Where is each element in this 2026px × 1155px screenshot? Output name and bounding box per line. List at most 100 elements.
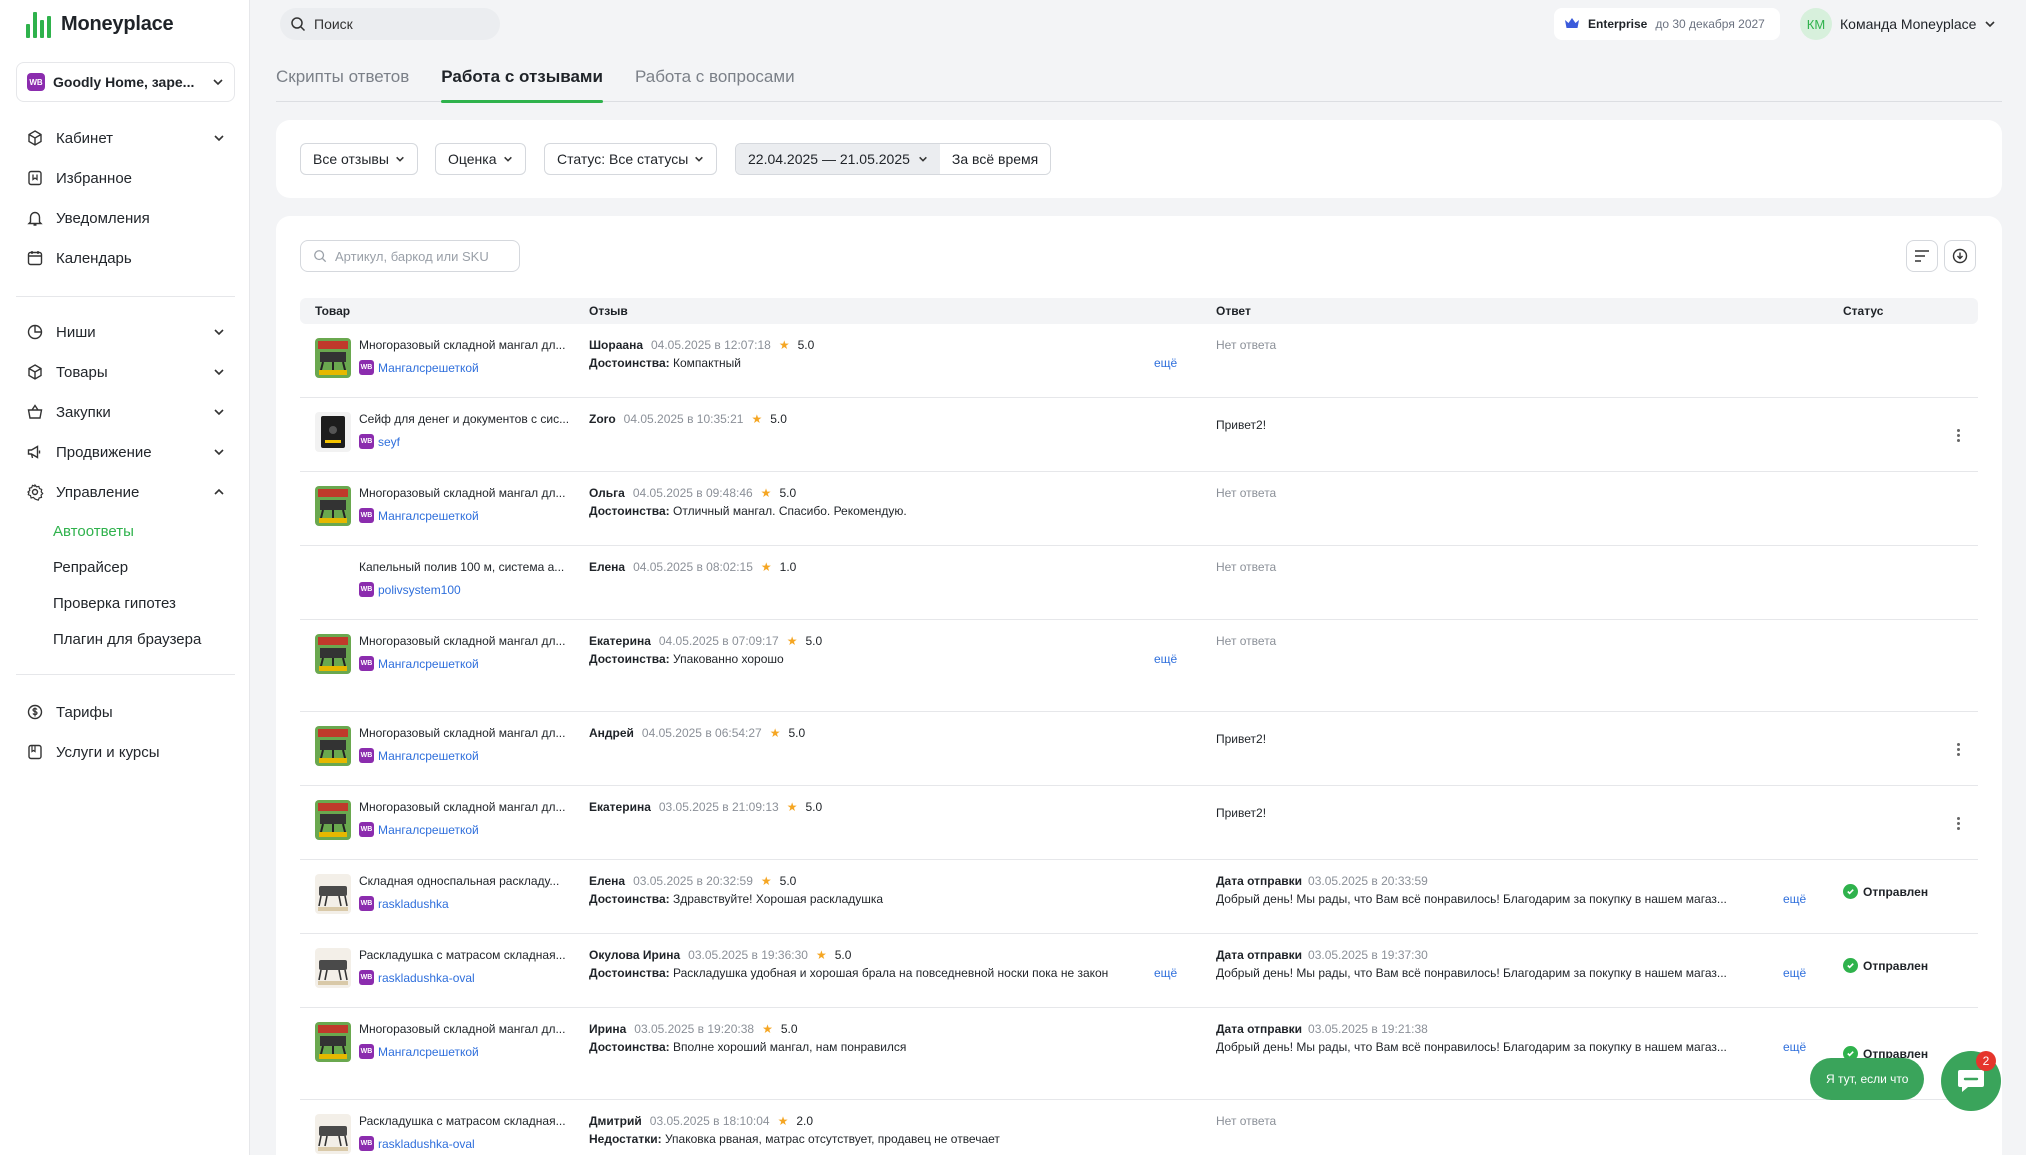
sidebar-item-autoanswers[interactable]: Автоответы [16, 513, 235, 549]
sidebar-item-services[interactable]: Услуги и курсы [16, 732, 235, 772]
status-dropdown[interactable]: Статус: Все статусы [544, 143, 718, 175]
search-icon [290, 16, 306, 32]
sidebar-item-cabinet[interactable]: Кабинет [16, 118, 235, 158]
sidebar-item-hypotheses[interactable]: Проверка гипотез [16, 585, 235, 621]
sidebar-item-purchases[interactable]: Закупки [16, 392, 235, 432]
global-search[interactable]: Поиск [280, 8, 500, 40]
review-author: Шораана [589, 338, 643, 352]
product-thumbnail[interactable] [315, 634, 351, 674]
product-sku-link[interactable]: WB polivsystem100 [359, 582, 461, 597]
review-text: Достоинства: Компактный [589, 356, 1129, 370]
row-menu-button[interactable] [1950, 741, 1966, 757]
answer-more-link[interactable]: ещё [1783, 1040, 1806, 1054]
sort-icon [1914, 249, 1930, 263]
product-title[interactable]: Многоразовый складной мангал дл... [359, 634, 579, 648]
wb-badge: WB [359, 896, 374, 911]
product-thumbnail[interactable] [315, 412, 351, 452]
product-thumbnail[interactable] [315, 1022, 351, 1062]
export-button[interactable] [1944, 240, 1976, 272]
product-sku-link[interactable]: WB raskladushka-oval [359, 970, 475, 985]
product-title[interactable]: Многоразовый складной мангал дл... [359, 726, 579, 740]
table-row[interactable]: Многоразовый складной мангал дл... WB Манг… [300, 620, 1978, 712]
table-row[interactable]: Многоразовый складной мангал дл... WB Манг… [300, 472, 1978, 546]
review-header: Дмитрий 03.05.2025 в 18:10:04 ★ 2.0 [589, 1114, 813, 1128]
review-more-link[interactable]: ещё [1154, 652, 1177, 666]
sidebar-item-tariffs[interactable]: Тарифы [16, 692, 235, 732]
plan-badge[interactable]: Enterprise до 30 декабря 2027 [1554, 8, 1780, 40]
logo-text: Moneyplace [61, 12, 174, 35]
sku-search-input[interactable]: Артикул, баркод или SKU [300, 240, 520, 272]
product-thumbnail[interactable] [315, 1114, 351, 1154]
table-row[interactable]: Раскладушка с матрасом складная... WB rask… [300, 1100, 1978, 1155]
tab-scripts[interactable]: Скрипты ответов [276, 52, 409, 102]
sidebar-item-notifications[interactable]: Уведомления [16, 198, 235, 238]
sidebar-item-management[interactable]: Управление [16, 472, 235, 512]
product-sku-link[interactable]: WB seyf [359, 434, 400, 449]
product-sku-link[interactable]: WB Мангалсрешеткой [359, 508, 479, 523]
answer-text: Добрый день! Мы рады, что Вам всё понрав… [1216, 966, 1727, 980]
product-title[interactable]: Многоразовый складной мангал дл... [359, 486, 579, 500]
sidebar-item-label: Календарь [56, 249, 132, 267]
date-range-dropdown[interactable]: 22.04.2025 — 21.05.2025 [736, 144, 940, 174]
product-thumbnail[interactable] [315, 800, 351, 840]
sidebar-item-calendar[interactable]: Календарь [16, 238, 235, 278]
review-text-body: Упаковка рваная, матрас отсутствует, про… [664, 1132, 1000, 1146]
product-title[interactable]: Многоразовый складной мангал дл... [359, 1022, 579, 1036]
review-more-link[interactable]: ещё [1154, 966, 1177, 980]
chat-pill[interactable]: Я тут, если что [1810, 1058, 1925, 1100]
row-menu-button[interactable] [1950, 427, 1966, 443]
table-row[interactable]: Раскладушка с матрасом складная... WB rask… [300, 934, 1978, 1008]
answer-more-link[interactable]: ещё [1783, 966, 1806, 980]
product-thumbnail[interactable] [315, 726, 351, 766]
product-thumbnail[interactable] [315, 486, 351, 526]
table-row[interactable]: Многоразовый складной мангал дл... WB Манг… [300, 324, 1978, 398]
review-more-link[interactable]: ещё [1154, 356, 1177, 370]
table-row[interactable]: Многоразовый складной мангал дл... WB Манг… [300, 1008, 1978, 1100]
product-sku-link[interactable]: WB raskladushka [359, 896, 449, 911]
product-sku-link[interactable]: WB Мангалсрешеткой [359, 822, 479, 837]
product-title[interactable]: Многоразовый складной мангал дл... [359, 338, 579, 352]
tab-questions[interactable]: Работа с вопросами [635, 52, 795, 102]
product-thumbnail[interactable] [315, 338, 351, 378]
rating-dropdown[interactable]: Оценка [435, 143, 526, 175]
logo-icon [26, 10, 51, 38]
sidebar-item-repricer[interactable]: Репрайсер [16, 549, 235, 585]
answer-more-link[interactable]: ещё [1783, 892, 1806, 906]
sort-button[interactable] [1906, 240, 1938, 272]
team-menu[interactable]: КМ Команда Moneyplace [1800, 8, 1996, 40]
product-title[interactable]: Раскладушка с матрасом складная... [359, 948, 579, 962]
table-row[interactable]: Складная односпальная раскладу... WB raskl… [300, 860, 1978, 934]
row-menu-button[interactable] [1950, 815, 1966, 831]
product-sku-link[interactable]: WB Мангалсрешеткой [359, 360, 479, 375]
all-time-button[interactable]: За всё время [939, 144, 1051, 174]
sidebar-item-favorites[interactable]: Избранное [16, 158, 235, 198]
account-selector[interactable]: WB Goodly Home, заре... [16, 62, 235, 102]
wb-badge: WB [27, 73, 45, 91]
product-sku-link[interactable]: WB Мангалсрешеткой [359, 1044, 479, 1059]
product-title[interactable]: Сейф для денег и документов с сис... [359, 412, 579, 426]
sidebar-item-products[interactable]: Товары [16, 352, 235, 392]
product-sku-link[interactable]: WB Мангалсрешеткой [359, 656, 479, 671]
product-title[interactable]: Раскладушка с матрасом складная... [359, 1114, 579, 1128]
table-row[interactable]: Сейф для денег и документов с сис... WB se… [300, 398, 1978, 472]
sidebar-item-browser-plugin[interactable]: Плагин для браузера [16, 621, 235, 657]
tab-reviews[interactable]: Работа с отзывами [441, 52, 603, 103]
product-sku-link[interactable]: WB raskladushka-oval [359, 1136, 475, 1151]
chevron-down-icon [213, 446, 225, 458]
product-sku-link[interactable]: WB Мангалсрешеткой [359, 748, 479, 763]
sidebar-item-niches[interactable]: Ниши [16, 312, 235, 352]
wb-badge: WB [359, 1136, 374, 1151]
logo[interactable]: Moneyplace [26, 10, 174, 38]
wb-badge: WB [359, 508, 374, 523]
product-title[interactable]: Капельный полив 100 м, система а... [359, 560, 579, 574]
all-reviews-dropdown[interactable]: Все отзывы [300, 143, 418, 175]
product-title[interactable]: Складная односпальная раскладу... [359, 874, 579, 888]
table-row[interactable]: Многоразовый складной мангал дл... WB Манг… [300, 712, 1978, 786]
product-thumbnail[interactable] [315, 874, 351, 914]
sidebar-item-promotion[interactable]: Продвижение [16, 432, 235, 472]
answer-text: Привет2! [1216, 806, 1267, 820]
product-title[interactable]: Многоразовый складной мангал дл... [359, 800, 579, 814]
table-row[interactable]: Многоразовый складной мангал дл... WB Манг… [300, 786, 1978, 860]
table-row[interactable]: Капельный полив 100 м, система а... WB pol… [300, 546, 1978, 620]
product-thumbnail[interactable] [315, 948, 351, 988]
